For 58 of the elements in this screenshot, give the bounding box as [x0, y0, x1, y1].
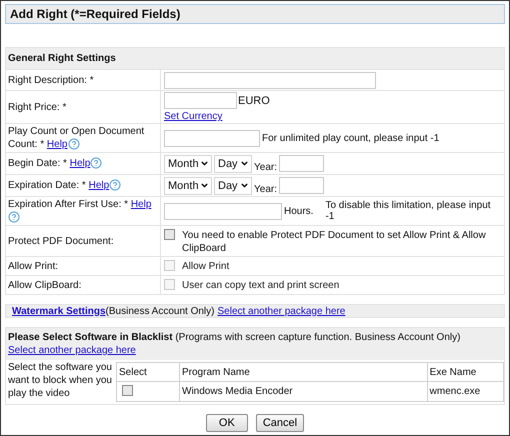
cancel-button[interactable]: Cancel	[256, 414, 304, 432]
field-label: Right Price: *	[8, 100, 66, 114]
dialog-title: Add Right (*=Required Fields)	[5, 4, 505, 24]
field-label: Allow ClipBoard:	[8, 278, 82, 292]
checkbox[interactable]	[122, 384, 133, 396]
day-select[interactable]: Day	[214, 176, 252, 194]
count-field[interactable]	[164, 130, 260, 146]
description-field[interactable]	[164, 72, 376, 88]
checkbox-label: Allow Print	[182, 260, 230, 273]
field-label: Protect PDF Document:	[8, 234, 114, 248]
hours-field[interactable]	[164, 202, 282, 220]
column-header: Select	[116, 362, 180, 382]
field-label: Play Count or Open Document Count: * Help	[8, 125, 146, 151]
hint-text: To disable this limitation, please input -1	[325, 200, 492, 222]
checkbox[interactable]	[164, 229, 175, 240]
month-select[interactable]: Month	[164, 176, 212, 194]
ok-button[interactable]: OK	[206, 414, 248, 432]
blacklist-heading: Please Select Software in Blacklist (Programs with screen capture function. Business Account Only) Select another package here	[6, 328, 504, 360]
help-icon[interactable]	[109, 179, 122, 191]
field-label: Right Description: *	[8, 74, 94, 86]
help-link[interactable]: Help	[46, 139, 68, 150]
section-heading: General Right Settings	[6, 48, 504, 70]
year-field[interactable]	[278, 177, 324, 194]
help-icon[interactable]	[68, 138, 80, 150]
currency-label: EURO	[238, 94, 270, 106]
blacklist-description: Select the software you want to block when you play the video	[8, 361, 113, 400]
help-link[interactable]: Help	[130, 199, 152, 210]
column-header: Program Name	[180, 362, 428, 382]
checkbox-label: User can copy text and print screen	[182, 279, 340, 292]
caret-icon	[240, 181, 249, 190]
account-note: (Business Account Only)	[106, 306, 214, 316]
help-icon[interactable]	[8, 211, 20, 223]
year-label: Year:	[254, 184, 277, 195]
price-field[interactable]	[164, 92, 237, 109]
day-select[interactable]: Day	[214, 154, 252, 172]
help-link[interactable]: Help	[70, 158, 90, 169]
year-field[interactable]	[278, 155, 324, 172]
caret-icon	[240, 159, 249, 168]
field-label: Expiration After First Use: * Help	[8, 198, 158, 224]
table-cell: Windows Media Encoder	[180, 382, 428, 402]
set-currency-link[interactable]: Set Currency	[164, 111, 222, 122]
package-link[interactable]: Select another package here	[8, 345, 136, 356]
checkbox-label: You need to enable Protect PDF Document to set Allow Print & Allow ClipBoard	[182, 229, 487, 255]
help-icon[interactable]	[90, 157, 102, 169]
help-link[interactable]: Help	[88, 180, 110, 191]
year-label: Year:	[254, 162, 277, 173]
month-select[interactable]: Month	[164, 154, 212, 172]
field-label: Begin Date: * Help	[8, 157, 102, 170]
field-label: Allow Print:	[8, 260, 58, 272]
caret-icon	[200, 181, 209, 190]
field-label: Expiration Date: * Help	[8, 179, 122, 192]
package-link[interactable]: Select another package here	[217, 306, 346, 316]
column-header: Exe Name	[427, 362, 504, 382]
table-cell: wmenc.exe	[427, 382, 504, 402]
unit-label: Hours.	[284, 206, 314, 216]
caret-icon	[200, 159, 209, 168]
watermark-settings-link[interactable]: Watermark Settings	[12, 306, 106, 316]
hint-text: For unlimited play count, please input -1	[262, 132, 440, 144]
